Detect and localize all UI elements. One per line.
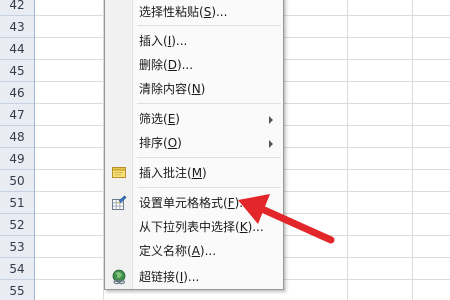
menu-item-label: 设置单元格格式(F)...	[139, 196, 251, 210]
menu-separator	[137, 103, 281, 104]
menu-item-label: 排序(O)	[139, 136, 182, 150]
hyperlink-globe-icon	[112, 269, 126, 285]
row-header[interactable]: 54	[0, 258, 34, 280]
menu-item-filter[interactable]: 筛选(E)	[105, 108, 283, 130]
menu-separator	[137, 25, 281, 26]
gridline	[347, 0, 348, 300]
menu-item-sort[interactable]: 排序(O)	[105, 132, 283, 154]
menu-separator	[137, 187, 281, 188]
menu-item-insert-comment[interactable]: 插入批注(M)	[105, 162, 283, 184]
menu-item-label: 删除(D)...	[139, 58, 194, 72]
submenu-arrow-icon	[269, 116, 273, 124]
menu-item-paste-special[interactable]: 选择性粘贴(S)...	[105, 1, 283, 23]
row-header[interactable]: 43	[0, 16, 34, 38]
menu-item-label: 定义名称(A)...	[139, 244, 217, 258]
menu-item-label: 超链接(I)...	[139, 270, 200, 284]
row-header[interactable]: 49	[0, 148, 34, 170]
row-header[interactable]: 53	[0, 236, 34, 258]
row-header-column: 42 43 44 45 46 47 48 49 50 51 52 53 54 5…	[0, 0, 35, 300]
row-header[interactable]: 52	[0, 214, 34, 236]
menu-item-format-cells[interactable]: 设置单元格格式(F)...	[105, 192, 283, 214]
row-header[interactable]: 45	[0, 60, 34, 82]
menu-item-label: 插入(I)...	[139, 34, 188, 48]
menu-item-delete[interactable]: 删除(D)...	[105, 54, 283, 76]
row-header[interactable]: 51	[0, 192, 34, 214]
menu-item-hyperlink[interactable]: 超链接(I)...	[105, 266, 283, 288]
menu-item-pick-from-dropdown[interactable]: 从下拉列表中选择(K)...	[105, 216, 283, 238]
row-header[interactable]: 42	[0, 0, 34, 16]
menu-item-label: 筛选(E)	[139, 112, 180, 126]
menu-item-label: 清除内容(N)	[139, 82, 206, 96]
row-header[interactable]: 48	[0, 126, 34, 148]
row-header[interactable]: 55	[0, 280, 34, 300]
context-menu: 选择性粘贴(S)... 插入(I)... 删除(D)... 清除内容(N) 筛选…	[104, 0, 284, 290]
row-header[interactable]: 46	[0, 82, 34, 104]
menu-item-label: 插入批注(M)	[139, 166, 207, 180]
row-header[interactable]: 47	[0, 104, 34, 126]
menu-item-label: 选择性粘贴(S)...	[139, 5, 228, 19]
comment-note-icon	[112, 167, 126, 178]
menu-separator	[137, 157, 281, 158]
format-cells-icon	[112, 195, 127, 210]
row-header[interactable]: 50	[0, 170, 34, 192]
menu-item-clear-contents[interactable]: 清除内容(N)	[105, 78, 283, 100]
menu-item-label: 从下拉列表中选择(K)...	[139, 220, 264, 234]
row-header[interactable]: 44	[0, 38, 34, 60]
submenu-arrow-icon	[269, 140, 273, 148]
gridline	[412, 0, 413, 300]
menu-item-define-name[interactable]: 定义名称(A)...	[105, 240, 283, 262]
menu-item-insert[interactable]: 插入(I)...	[105, 30, 283, 52]
